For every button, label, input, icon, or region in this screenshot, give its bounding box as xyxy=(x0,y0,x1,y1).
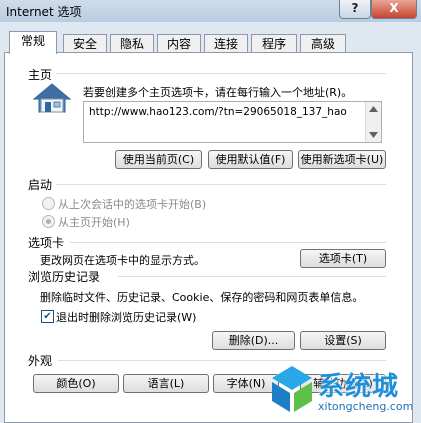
use-current-button[interactable]: 使用当前页(C) xyxy=(115,150,202,169)
home-page-url-text: http://www.hao123.com/?tn=29065018_137_h… xyxy=(89,106,347,118)
home-page-section-title: 主页 xyxy=(28,68,53,82)
history-section-title: 浏览历史记录 xyxy=(28,270,101,284)
scroll-down-icon[interactable] xyxy=(369,132,378,138)
start-home-radio[interactable] xyxy=(42,215,55,228)
help-button[interactable]: ? xyxy=(339,0,371,19)
watermark-logo-icon xyxy=(272,366,312,412)
history-settings-button[interactable]: 设置(S) xyxy=(300,331,386,350)
checkmark-icon: ✔ xyxy=(43,311,52,322)
start-last-session-radio[interactable] xyxy=(42,197,55,210)
tab-connections[interactable]: 连接 xyxy=(204,34,248,53)
start-last-session-label: 从上次会话中的选项卡开始(B) xyxy=(58,198,207,211)
watermark-brand: 系统城 xyxy=(318,372,400,402)
tab-advanced[interactable]: 高级 xyxy=(300,34,346,53)
appearance-section-title: 外观 xyxy=(28,354,53,368)
delete-history-button[interactable]: 删除(D)... xyxy=(212,331,295,350)
watermark: 系统城 xitongcheng.com xyxy=(268,362,421,421)
startup-section-title: 启动 xyxy=(28,178,53,192)
home-page-instruction: 若要创建多个主页选项卡，请在每行输入一个地址(R)。 xyxy=(83,86,353,99)
use-new-tab-button[interactable]: 使用新选项卡(U) xyxy=(298,150,386,169)
languages-button[interactable]: 语言(L) xyxy=(123,374,209,393)
tab-content[interactable]: 内容 xyxy=(157,34,201,53)
delete-on-exit-checkbox[interactable]: ✔ xyxy=(41,310,54,323)
separator xyxy=(70,242,386,243)
history-description: 删除临时文件、历史记录、Cookie、保存的密码和网页表单信息。 xyxy=(40,291,364,304)
separator xyxy=(56,184,386,185)
tab-programs[interactable]: 程序 xyxy=(251,34,297,53)
use-default-button[interactable]: 使用默认值(F) xyxy=(208,150,293,169)
separator xyxy=(118,276,386,277)
tab-security[interactable]: 安全 xyxy=(63,34,107,53)
tab-privacy[interactable]: 隐私 xyxy=(110,34,154,53)
separator xyxy=(58,360,386,361)
watermark-site: xitongcheng.com xyxy=(318,400,414,413)
start-home-label: 从主页开始(H) xyxy=(58,216,130,229)
separator xyxy=(56,73,386,74)
delete-on-exit-label: 退出时删除浏览历史记录(W) xyxy=(56,311,197,324)
tab-general[interactable]: 常规 xyxy=(9,31,57,54)
home-page-url-input[interactable]: http://www.hao123.com/?tn=29065018_137_h… xyxy=(83,101,382,143)
window-title: Internet 选项 xyxy=(6,5,82,19)
url-scrollbar[interactable] xyxy=(365,102,381,142)
home-icon xyxy=(32,83,72,113)
tabs-section-title: 选项卡 xyxy=(28,236,65,250)
tabs-button[interactable]: 选项卡(T) xyxy=(300,249,386,268)
colors-button[interactable]: 颜色(O) xyxy=(33,374,119,393)
close-button[interactable]: X xyxy=(371,0,417,19)
scroll-up-icon[interactable] xyxy=(369,106,378,112)
tabs-description: 更改网页在选项卡中的显示方式。 xyxy=(40,254,205,267)
